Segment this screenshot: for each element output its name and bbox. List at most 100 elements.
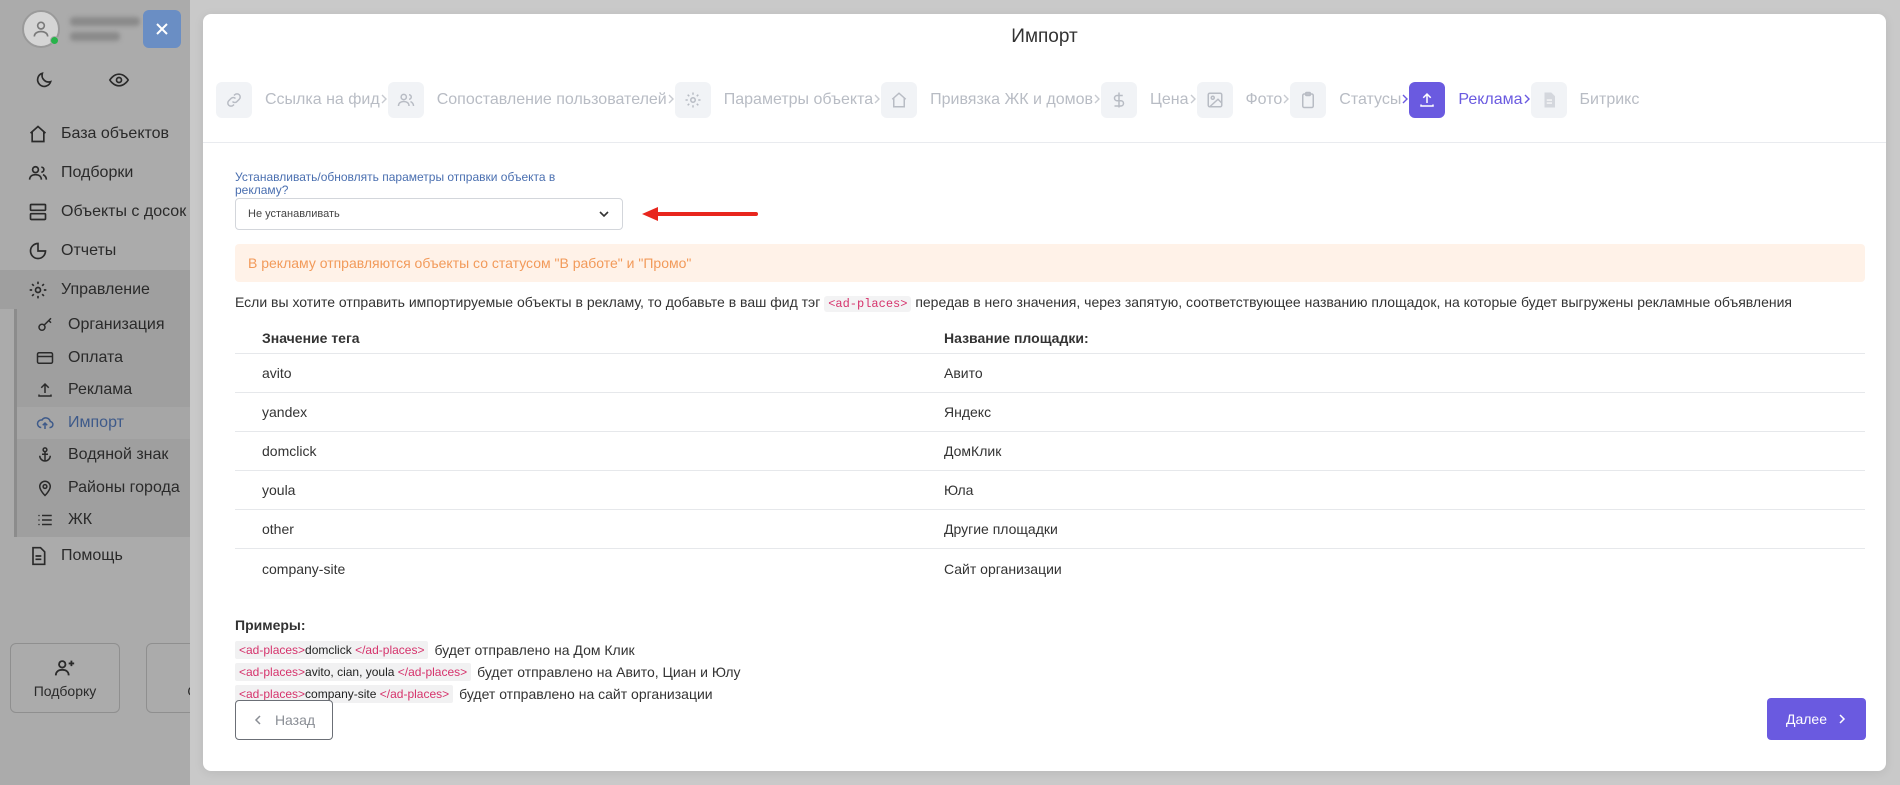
platform-name-cell: ДомКлик xyxy=(944,443,1002,459)
sidebar-subitem-label: Районы города xyxy=(68,478,180,496)
sidebar-item[interactable]: Подборки xyxy=(0,153,190,192)
import-modal: Импорт Ссылка на фид Сопоставление пользо… xyxy=(203,14,1886,771)
key-icon xyxy=(38,317,52,332)
sidebar-item-help[interactable]: Помощь xyxy=(0,537,190,576)
chevron-right-icon xyxy=(1839,714,1846,724)
header-platform-name: Название площадки: xyxy=(944,329,1089,346)
tag-value-cell: youla xyxy=(262,482,296,498)
table-row: yandex Яндекс xyxy=(235,393,1865,432)
chevron-right-icon xyxy=(1189,91,1197,109)
settings-icon xyxy=(29,281,47,298)
close-button[interactable] xyxy=(143,10,181,48)
sidebar-subitem[interactable]: Водяной знак xyxy=(17,439,190,472)
open-tag: <ad-places> xyxy=(239,687,306,701)
next-button[interactable]: Далее xyxy=(1767,698,1866,740)
sidebar-subitem[interactable]: Импорт xyxy=(17,406,190,439)
sidebar-subitem-label: Оплата xyxy=(68,348,124,366)
table-row: avito Авито xyxy=(235,354,1865,393)
wizard-step-label: Реклама xyxy=(1458,91,1523,108)
info-text-before: Если вы хотите отправить импортируемые о… xyxy=(235,294,821,310)
example-line: <ad-places>avito, cian, youla </ad-place… xyxy=(235,661,741,683)
wizard-step[interactable]: Реклама xyxy=(1409,82,1523,118)
wizard-step[interactable]: Привязка ЖК и домов xyxy=(881,82,1093,118)
platform-name-cell: Яндекс xyxy=(944,404,992,420)
sidebar-item[interactable]: База объектов xyxy=(0,114,190,153)
wizard-step-label: Сопоставление пользователей xyxy=(436,91,667,108)
sidebar-subitem[interactable]: Оплата xyxy=(17,342,190,375)
example-text: будет отправлено на Авито, Циан и Юлу xyxy=(477,664,741,680)
moon-icon[interactable] xyxy=(34,70,54,95)
sidebar-subitem[interactable]: ЖК xyxy=(17,504,190,537)
wizard-step[interactable]: Ссылка на фид xyxy=(216,82,380,118)
online-status-dot xyxy=(50,36,59,45)
table-row: other Другие площадки xyxy=(235,510,1865,549)
chevron-right-icon xyxy=(667,91,675,109)
next-label: Далее xyxy=(1785,711,1827,727)
wizard-step[interactable]: Сопоставление пользователей xyxy=(387,82,667,118)
sidebar-nav: База объектов Подборки Объекты с досок Отче… xyxy=(0,114,190,576)
avatar[interactable] xyxy=(22,10,60,48)
wizard-step[interactable]: Статусы xyxy=(1290,82,1401,118)
eye-icon[interactable] xyxy=(108,70,130,95)
user-icon xyxy=(33,21,49,37)
example-text: будет отправлено на сайт организации xyxy=(459,686,713,702)
link-icon xyxy=(227,93,241,107)
ad-params-select[interactable]: Не устанавливать xyxy=(235,198,623,230)
wizard-step-label: Фото xyxy=(1245,91,1283,108)
ad-status-alert: В рекламу отправляются объекты со статус… xyxy=(235,244,1865,282)
upload-icon xyxy=(38,383,52,397)
sidebar-subitem[interactable]: Реклама xyxy=(17,374,190,407)
chevron-right-icon xyxy=(1282,91,1290,109)
divider xyxy=(203,142,1886,143)
example-code: <ad-places>domclick </ad-places> xyxy=(235,641,429,659)
sidebar-item-label: Подборки xyxy=(61,163,134,181)
close-icon xyxy=(156,23,168,35)
chevron-right-icon xyxy=(1401,91,1409,109)
modal-title: Импорт xyxy=(1011,26,1078,47)
wizard-step[interactable]: Параметры объекта xyxy=(674,82,873,118)
wizard-step-label: Привязка ЖК и домов xyxy=(930,91,1094,108)
platform-name-cell: Другие площадки xyxy=(944,521,1058,537)
quick-action-label: Подборку xyxy=(33,683,97,699)
tag-value-cell: domclick xyxy=(262,443,317,459)
wizard-step-label: Статусы xyxy=(1339,91,1402,108)
wizard-steps: Ссылка на фид Сопоставление пользователей… xyxy=(216,82,1639,118)
tag-value-cell: other xyxy=(262,521,294,537)
close-tag: </ad-places> xyxy=(397,665,468,679)
example-value: company-site xyxy=(305,687,377,701)
sidebar-subitem[interactable]: Организация xyxy=(17,309,190,342)
upload-icon xyxy=(1420,92,1435,107)
clipboard-icon xyxy=(1302,91,1315,109)
chevron-right-icon xyxy=(380,91,388,109)
example-line: <ad-places>domclick </ad-places> будет от… xyxy=(235,639,741,661)
anchor-icon xyxy=(39,447,51,462)
sidebar-item-label: Помощь xyxy=(61,547,123,564)
home-icon xyxy=(891,92,907,108)
chevron-right-icon xyxy=(1093,91,1101,109)
sidebar-item[interactable]: Управление xyxy=(0,270,190,309)
ad-places-instructions: Если вы хотите отправить импортируемые о… xyxy=(235,294,1792,312)
red-arrow-annotation xyxy=(642,207,758,221)
sidebar-item-label: База объектов xyxy=(61,124,170,142)
example-value: avito, cian, youla xyxy=(305,665,395,679)
wizard-step[interactable]: Цена xyxy=(1101,82,1189,118)
table-row: youla Юла xyxy=(235,471,1865,510)
wizard-step[interactable]: Фото xyxy=(1196,82,1283,118)
platform-name-cell: Сайт организации xyxy=(944,560,1062,577)
sidebar-item[interactable]: Отчеты xyxy=(0,231,190,270)
back-button[interactable]: Назад xyxy=(235,700,333,740)
example-value: domclick xyxy=(305,643,352,657)
sidebar-item[interactable]: Объекты с досок xyxy=(0,192,190,231)
users-icon xyxy=(397,93,414,107)
sidebar-subitem[interactable]: Районы города xyxy=(17,472,190,505)
chevron-right-icon xyxy=(1523,91,1531,109)
example-code: <ad-places>avito, cian, youla </ad-place… xyxy=(235,663,472,681)
user-plus-icon xyxy=(54,660,75,676)
wizard-step[interactable]: Битрикс xyxy=(1530,82,1640,118)
sidebar-item-label: Управление xyxy=(61,280,150,298)
wizard-step-label: Битрикс xyxy=(1579,91,1640,108)
user-block[interactable] xyxy=(22,10,140,48)
platform-name-cell: Юла xyxy=(944,482,974,498)
quick-action-card[interactable]: Подборку xyxy=(10,643,120,713)
tag-value-cell: company-site xyxy=(262,560,346,577)
